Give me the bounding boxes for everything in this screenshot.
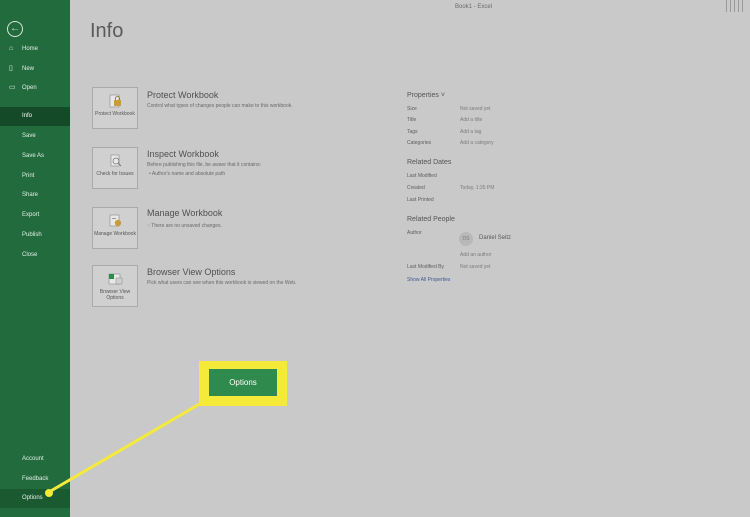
options-callout-button[interactable]: Options (209, 369, 277, 396)
callout-pointer (45, 400, 204, 497)
